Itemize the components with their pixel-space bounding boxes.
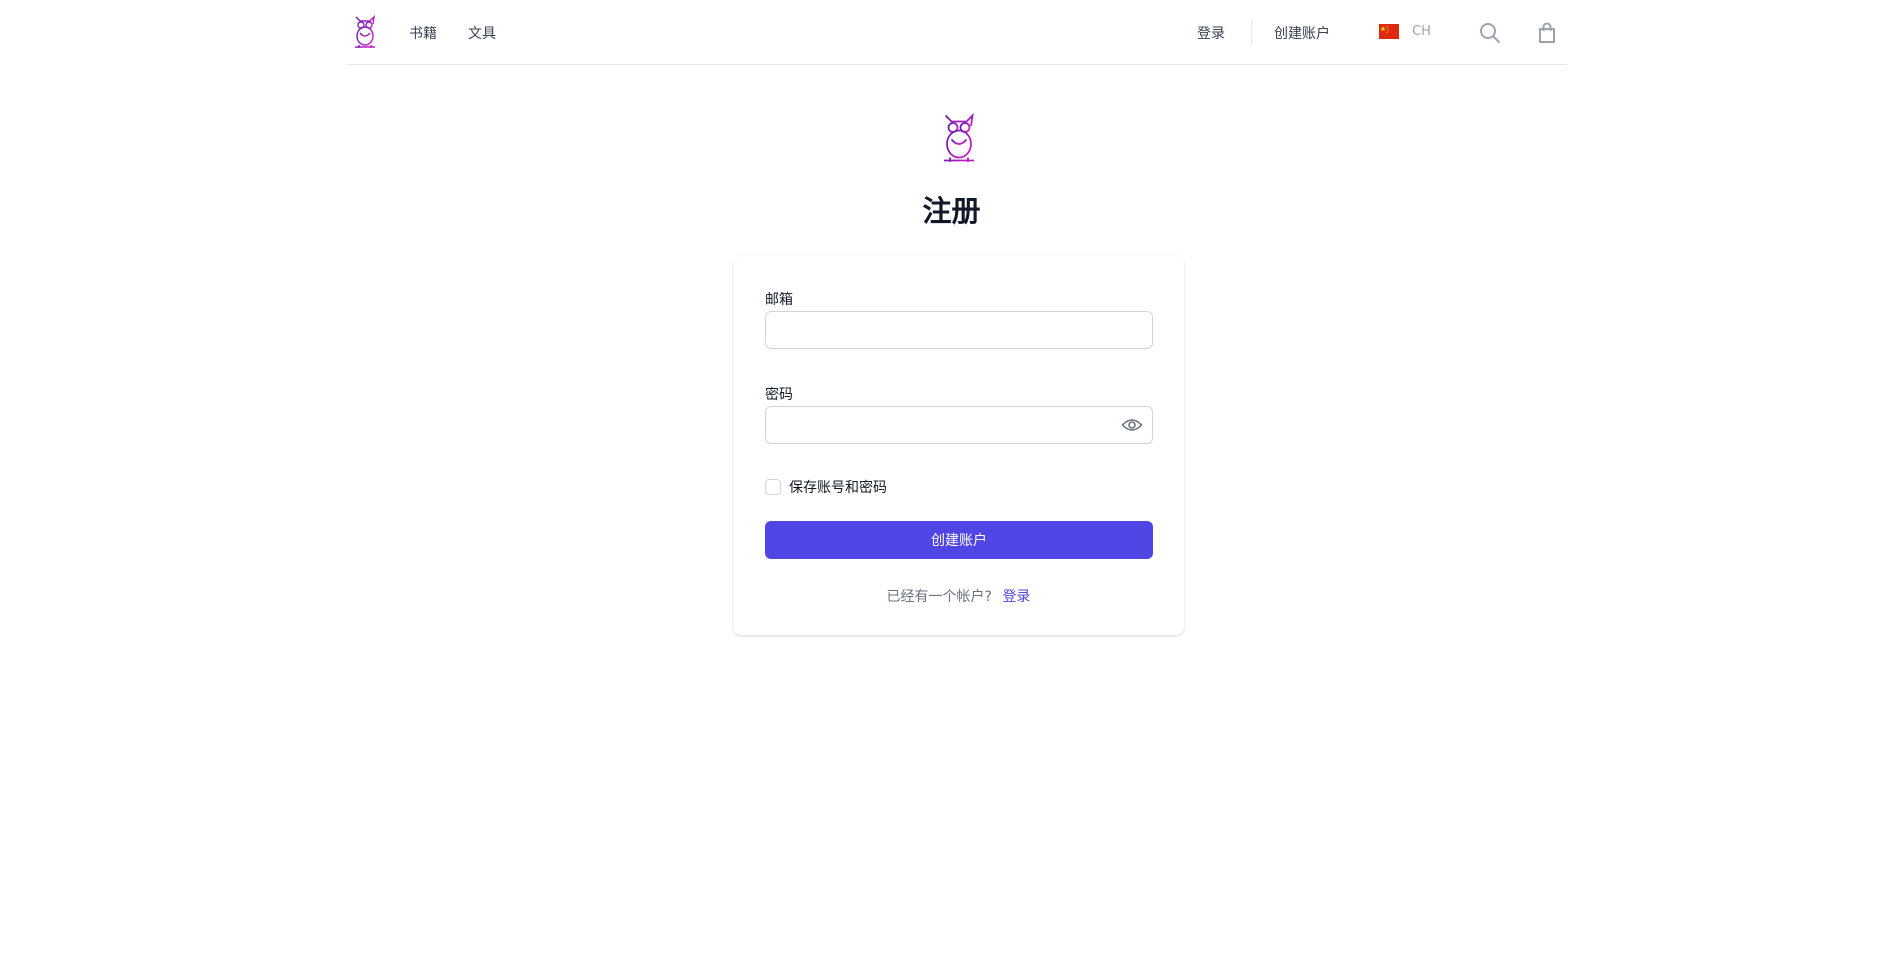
email-label: 邮箱: [765, 292, 793, 308]
remember-me: 保存账号和密码: [765, 477, 887, 497]
site-header: 书籍 文具 登录 创建账户 CH: [347, 0, 1567, 65]
page-title: 注册: [922, 194, 981, 228]
password-label: 密码: [765, 387, 793, 403]
password-field[interactable]: [765, 406, 1153, 444]
create-account-link[interactable]: 创建账户: [1274, 23, 1330, 43]
nav-link-stationery[interactable]: 文具: [468, 23, 496, 43]
locale-selector[interactable]: CH: [1379, 24, 1431, 39]
signin-link-footer[interactable]: 登录: [1002, 589, 1030, 605]
shopping-bag-icon[interactable]: [1535, 21, 1559, 45]
signin-prompt-text: 已经有一个帐户?: [886, 589, 992, 605]
owl-logo-icon[interactable]: [351, 14, 379, 50]
eye-icon[interactable]: [1121, 416, 1143, 434]
nav-link-books[interactable]: 书籍: [409, 23, 437, 43]
china-flag-icon: [1379, 24, 1399, 39]
signin-link[interactable]: 登录: [1197, 23, 1225, 43]
email-field[interactable]: [765, 311, 1153, 349]
locale-code: CH: [1412, 24, 1431, 39]
header-divider: [1251, 20, 1252, 45]
owl-logo-icon: [944, 112, 974, 162]
create-account-button[interactable]: 创建账户: [765, 521, 1153, 559]
search-icon[interactable]: [1478, 21, 1502, 45]
signup-form-card: 邮箱 密码 保存账号和密码 创建账户 已经有一个帐户? 登录: [733, 256, 1184, 635]
remember-label: 保存账号和密码: [789, 480, 887, 496]
signin-prompt: 已经有一个帐户? 登录: [733, 586, 1184, 606]
remember-checkbox[interactable]: [765, 479, 781, 495]
